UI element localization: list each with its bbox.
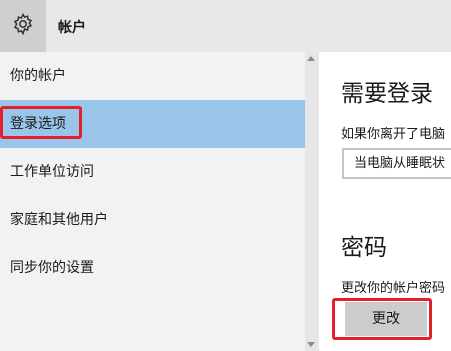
sidebar-scrollbar[interactable]: [305, 52, 319, 351]
sidebar-item-label: 工作单位访问: [10, 164, 94, 180]
scroll-up-icon[interactable]: [307, 56, 315, 61]
sidebar-item-your-account[interactable]: 你的帐户: [0, 52, 305, 100]
highlight-box: [332, 298, 432, 340]
password-description: 更改你的帐户密码: [341, 281, 446, 296]
signin-heading: 需要登录: [341, 81, 433, 107]
dropdown-value: 当电脑从睡眠状: [354, 156, 446, 171]
scroll-down-icon[interactable]: [307, 342, 315, 347]
sidebar-item-sync-settings[interactable]: 同步你的设置: [0, 244, 305, 292]
highlight-box: [0, 106, 82, 139]
sidebar-item-label: 家庭和其他用户: [10, 212, 108, 228]
sidebar-item-label: 同步你的设置: [10, 260, 94, 276]
title-bar: 帐户: [0, 0, 451, 52]
password-heading: 密码: [341, 235, 387, 261]
sidebar-item-work-access[interactable]: 工作单位访问: [0, 148, 305, 196]
signin-required-dropdown[interactable]: 当电脑从睡眠状: [342, 148, 451, 179]
sidebar: 你的帐户 登录选项 工作单位访问 家庭和其他用户 同步你的设置: [0, 52, 305, 351]
page-title: 帐户: [58, 20, 86, 36]
sidebar-item-label: 你的帐户: [10, 68, 66, 84]
sidebar-item-family-users[interactable]: 家庭和其他用户: [0, 196, 305, 244]
sidebar-item-signin-options[interactable]: 登录选项: [0, 100, 305, 148]
main-content: 需要登录 如果你离开了电脑 当电脑从睡眠状 密码 更改你的帐户密码 更改: [319, 52, 451, 351]
settings-home-button[interactable]: [0, 0, 46, 52]
gear-icon: [11, 12, 35, 40]
signin-description: 如果你离开了电脑: [341, 127, 446, 142]
